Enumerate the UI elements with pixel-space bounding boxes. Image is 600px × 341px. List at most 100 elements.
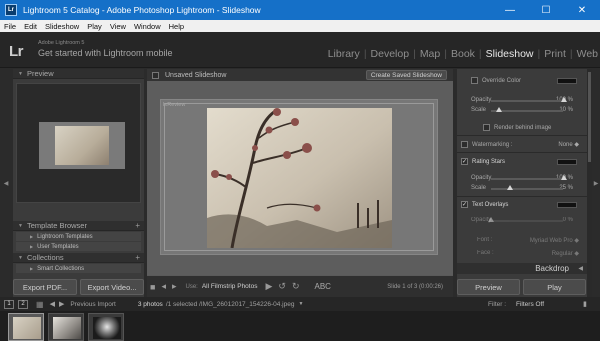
source-selector[interactable]: All Filmstrip Photos [202, 283, 258, 290]
module-slideshow[interactable]: Slideshow [484, 48, 536, 60]
identity-plate-text[interactable]: IxReview [163, 102, 185, 108]
slider-knob-icon[interactable] [561, 97, 567, 102]
smart-collections-folder[interactable]: ▶ Smart Collections [16, 264, 141, 273]
module-map[interactable]: Map [418, 48, 442, 60]
face-row: Face : Regular ◆ [457, 250, 587, 257]
scale-slider[interactable] [491, 107, 563, 112]
override-color-row: Override Color [457, 77, 587, 84]
filter-lock-icon[interactable]: ▮ [583, 300, 587, 308]
slider-knob-icon[interactable] [561, 175, 567, 180]
slide-counter: Slide 1 of 3 (0:00:26) [387, 283, 443, 290]
left-panel-toggle-icon[interactable]: ◀ [2, 69, 10, 297]
collapse-triangle-icon: ▼ [18, 222, 23, 229]
expand-triangle-icon: ▶ [30, 244, 34, 249]
slider-knob-icon[interactable] [488, 217, 494, 222]
menu-window[interactable]: Window [130, 22, 165, 31]
rating-stars-checkbox[interactable]: ✓ [461, 158, 468, 165]
title-bar: Lr Lightroom 5 Catalog - Adobe Photoshop… [0, 0, 600, 20]
template-browser-label: Template Browser [26, 221, 87, 230]
watermarking-checkbox[interactable] [461, 141, 468, 148]
menu-file[interactable]: File [0, 22, 20, 31]
text-overlays-color-swatch[interactable] [557, 201, 577, 208]
rating-stars-row: ✓ Rating Stars [457, 158, 587, 165]
menu-slideshow[interactable]: Slideshow [41, 22, 83, 31]
filmstrip-thumbnail[interactable] [48, 313, 84, 341]
scrollbar-thumb[interactable] [588, 72, 591, 162]
module-library[interactable]: Library [326, 48, 362, 60]
watermark-selector[interactable]: None ◆ [558, 141, 579, 148]
export-pdf-button[interactable]: Export PDF... [13, 279, 77, 295]
minimize-button[interactable]: — [492, 0, 528, 20]
close-button[interactable]: ✕ [564, 0, 600, 20]
text-overlays-label: Text Overlays [472, 201, 509, 208]
filmstrip-thumbnail[interactable] [88, 313, 124, 341]
face-selector[interactable]: Regular ◆ [552, 250, 579, 257]
user-templates-folder[interactable]: ▶ User Templates [16, 242, 141, 251]
scale-slider[interactable] [491, 185, 563, 190]
opacity-label: Opacity [471, 97, 492, 103]
menu-play[interactable]: Play [83, 22, 106, 31]
slide-photo[interactable] [207, 108, 392, 248]
watermarking-row: Watermarking : None ◆ [457, 141, 587, 148]
text-overlays-checkbox[interactable]: ✓ [461, 201, 468, 208]
menu-edit[interactable]: Edit [20, 22, 41, 31]
override-color-swatch[interactable] [557, 77, 577, 84]
secondary-display-1-button[interactable]: 1 [4, 299, 14, 309]
scale-label: Scale [471, 107, 487, 113]
stop-icon[interactable]: ■ [150, 282, 155, 292]
right-panel-toggle-icon[interactable]: ▶ [592, 69, 600, 297]
font-selector[interactable]: Myriad Web Pro ◆ [530, 237, 579, 244]
rating-stars-color-swatch[interactable] [557, 158, 577, 165]
collapse-triangle-icon: ◀ [578, 266, 583, 272]
slider-knob-icon[interactable] [507, 185, 513, 190]
opacity-slider[interactable] [491, 175, 567, 180]
mobile-promo-link[interactable]: Get started with Lightroom mobile [38, 48, 173, 58]
override-color-checkbox[interactable] [471, 77, 478, 84]
go-to-next-icon[interactable]: ▸ [172, 281, 177, 292]
backdrop-panel-header[interactable]: Backdrop ◀ [457, 263, 587, 274]
filmstrip-thumbnail[interactable] [8, 313, 44, 341]
rotate-left-icon[interactable]: ↺ [278, 281, 286, 292]
secondary-display-2-button[interactable]: 2 [18, 299, 28, 309]
unsaved-slideshow-icon [152, 71, 159, 79]
opacity-label: Opacity [471, 175, 492, 181]
add-template-icon[interactable]: + [135, 221, 140, 230]
preview-panel-header[interactable]: ▼ Preview [13, 69, 144, 79]
module-print[interactable]: Print [542, 48, 568, 60]
opacity-slider[interactable] [488, 217, 563, 222]
previous-import-label[interactable]: Previous Import [70, 301, 116, 308]
add-text-icon[interactable]: ABC [314, 282, 330, 291]
render-behind-checkbox[interactable] [483, 124, 490, 131]
source-dropdown-icon[interactable]: ▼ [298, 301, 303, 307]
backdrop-label: Backdrop [535, 264, 569, 273]
module-web[interactable]: Web [575, 48, 600, 60]
filter-selector[interactable]: Filters Off [516, 301, 544, 308]
go-to-previous-icon[interactable]: ◂ [161, 281, 166, 292]
template-browser-header[interactable]: ▼ Template Browser + [13, 221, 144, 231]
preview-slide-thumb [39, 122, 125, 169]
preview-play-icon[interactable]: ▶ [265, 281, 272, 292]
divider [457, 135, 587, 136]
menu-help[interactable]: Help [165, 22, 188, 31]
menu-bar: File Edit Slideshow Play View Window Hel… [0, 20, 600, 32]
back-icon[interactable]: ◀ [50, 300, 55, 308]
slider-knob-icon[interactable] [496, 107, 502, 112]
play-button[interactable]: Play [523, 279, 586, 295]
create-saved-slideshow-button[interactable]: Create Saved Slideshow [365, 70, 447, 80]
blossom-photo-image [207, 108, 392, 248]
maximize-button[interactable]: ☐ [528, 0, 564, 20]
grid-view-icon[interactable]: ▦ [36, 300, 44, 309]
preview-button[interactable]: Preview [457, 279, 520, 295]
module-book[interactable]: Book [449, 48, 477, 60]
forward-icon[interactable]: ▶ [59, 300, 64, 308]
lightroom-templates-folder[interactable]: ▶ Lightroom Templates [16, 232, 141, 241]
menu-view[interactable]: View [106, 22, 130, 31]
collections-header[interactable]: ▼ Collections + [13, 253, 144, 263]
export-video-button[interactable]: Export Video... [80, 279, 144, 295]
font-row: Font : Myriad Web Pro ◆ [457, 237, 587, 244]
rotate-right-icon[interactable]: ↻ [292, 281, 300, 292]
lightroom-app-icon: Lr [5, 4, 17, 16]
opacity-slider[interactable] [491, 97, 567, 102]
add-collection-icon[interactable]: + [135, 253, 140, 262]
module-develop[interactable]: Develop [369, 48, 412, 60]
